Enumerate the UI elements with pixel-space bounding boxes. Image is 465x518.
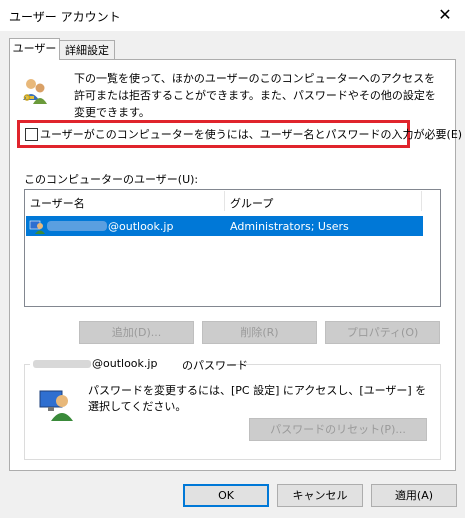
ok-button[interactable]: OK [183, 484, 269, 507]
users-icon [23, 79, 47, 104]
column-divider [421, 191, 422, 211]
delete-button[interactable]: 削除(R) [202, 321, 317, 344]
column-header-group[interactable]: グループ [230, 195, 273, 211]
properties-button[interactable]: プロパティ(O) [325, 321, 440, 344]
close-icon[interactable]: ✕ [436, 6, 454, 24]
password-description: パスワードを変更するには、[PC 設定] にアクセスし、[ユーザー] を選択して… [88, 384, 427, 413]
column-divider [224, 191, 225, 211]
password-legend-email: @outlook.jp [92, 357, 158, 370]
require-login-label[interactable]: ユーザーがこのコンピューターを使うには、ユーザー名とパスワードの入力が必要(E) [40, 126, 462, 142]
tab-advanced[interactable]: 詳細設定 [59, 40, 115, 59]
apply-button[interactable]: 適用(A) [371, 484, 457, 507]
users-list-label: このコンピューターのユーザー(U): [24, 173, 199, 186]
description-text: 下の一覧を使って、ほかのユーザーのこのコンピューターへのアクセスを許可または拒否… [74, 72, 436, 119]
row-username: @outlook.jp [108, 220, 174, 233]
redacted-username [33, 360, 91, 368]
redacted-username [47, 221, 107, 231]
tab-users[interactable]: ユーザー [9, 38, 60, 60]
column-header-username[interactable]: ユーザー名 [30, 195, 85, 211]
cancel-button[interactable]: キャンセル [277, 484, 363, 507]
require-login-checkbox[interactable] [25, 128, 38, 141]
row-group: Administrators; Users [230, 220, 349, 233]
add-button[interactable]: 追加(D)... [79, 321, 194, 344]
reset-password-button[interactable]: パスワードのリセット(P)... [249, 418, 427, 441]
user-icon [29, 220, 45, 234]
password-legend-suffix: のパスワード [182, 359, 248, 372]
user-password-icon [39, 390, 73, 421]
window-title: ユーザー アカウント [9, 10, 121, 24]
